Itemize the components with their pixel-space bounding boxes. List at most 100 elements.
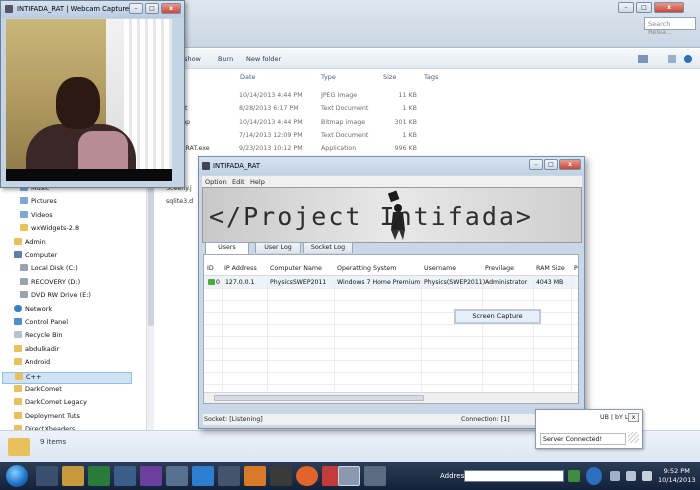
help-icon[interactable]: [586, 467, 602, 485]
nav-item[interactable]: Control Panel: [14, 318, 68, 330]
screen-capture-menu-item[interactable]: Screen Capture: [455, 310, 540, 323]
table-horizontal-scrollbar[interactable]: [204, 392, 578, 403]
rat-maximize-button[interactable]: □: [544, 159, 558, 170]
tray-arrow-icon[interactable]: [610, 471, 620, 481]
visual-studio-icon[interactable]: [140, 466, 162, 486]
users-table: ID IP Address Computer Name Operatting S…: [203, 254, 579, 404]
column-p[interactable]: P: [574, 265, 578, 272]
taskbar-app-icon[interactable]: [270, 466, 292, 486]
tab-users[interactable]: Users: [205, 242, 249, 254]
nav-item-label: abdulkadir: [25, 344, 60, 353]
nav-item[interactable]: Deployment Tuts: [14, 411, 80, 424]
column-id[interactable]: ID: [207, 265, 214, 272]
rat-close-button[interactable]: x: [559, 159, 581, 170]
feed-person-shirt: [78, 131, 128, 169]
network-tray-icon[interactable]: [626, 471, 636, 481]
webcam-minimize-button[interactable]: –: [129, 3, 143, 14]
taskbar-app-icon[interactable]: [88, 466, 110, 486]
column-computer-name[interactable]: Computer Name: [270, 265, 322, 272]
nav-item[interactable]: Videos: [20, 210, 53, 223]
system-clock[interactable]: 9:52 PM 10/14/2013: [658, 467, 695, 485]
notification-close-button[interactable]: x: [628, 413, 639, 422]
taskbar-app-icon[interactable]: [166, 466, 188, 486]
column-username[interactable]: Username: [424, 265, 456, 272]
nav-item[interactable]: C++: [2, 371, 132, 384]
webcam-titlebar[interactable]: INTIFADA_RAT | Webcam Capture – □ x: [1, 1, 184, 18]
rat-minimize-button[interactable]: –: [529, 159, 543, 170]
nav-item-label: wxWidgets-2.8: [31, 224, 80, 233]
file-row[interactable]: d.txt7/14/2013 12:09 PMText Document1 KB: [164, 130, 476, 143]
file-row[interactable]: n.jpg10/14/2013 4:44 PMJPEG image11 KB: [164, 90, 476, 103]
volume-tray-icon[interactable]: [642, 471, 652, 481]
file-size: 301 KB: [394, 118, 417, 126]
preview-pane-icon[interactable]: [668, 55, 676, 63]
nav-item[interactable]: Pictures: [20, 197, 57, 209]
explorer-search-input[interactable]: Search Relea...: [644, 17, 696, 36]
rat-titlebar[interactable]: INTIFADA_RAT – □ x: [199, 157, 584, 175]
column-tags[interactable]: Tags: [424, 73, 438, 81]
taskbar-app-icon[interactable]: [218, 466, 240, 486]
go-arrow-icon[interactable]: [568, 470, 580, 482]
burn-button[interactable]: Burn: [218, 55, 233, 63]
tab-socket-log[interactable]: Socket Log: [303, 242, 353, 253]
nav-item-label: C++: [26, 372, 42, 381]
help-icon[interactable]: [684, 55, 692, 63]
column-size[interactable]: Size: [383, 73, 396, 81]
column-ip-address[interactable]: IP Address: [224, 265, 257, 272]
file-date: 8/28/2013 6:17 PM: [239, 105, 299, 113]
nav-item[interactable]: Admin: [14, 237, 46, 250]
menu-option[interactable]: Option: [205, 178, 227, 186]
view-options-icon[interactable]: [638, 55, 648, 63]
nav-item[interactable]: wxWidgets-2.8: [20, 224, 79, 236]
tab-user-log[interactable]: User Log: [255, 242, 301, 253]
explorer-maximize-button[interactable]: □: [636, 2, 652, 13]
network-icon: [14, 304, 22, 312]
nav-item[interactable]: DarkComet: [14, 385, 62, 397]
column-ram-size[interactable]: RAM Size: [536, 265, 565, 272]
column-date[interactable]: Date: [240, 73, 256, 81]
taskbar-app-icon[interactable]: [192, 466, 214, 486]
file-list-header: Date Type Size Tags: [150, 70, 700, 82]
row-divider: [204, 384, 578, 385]
webcam-feed-image: [6, 19, 172, 181]
file-row[interactable]: me.bmp10/14/2013 4:44 PMBitmap image301 …: [164, 117, 476, 130]
file-type: Text Document: [321, 105, 369, 113]
explorer-close-button[interactable]: x: [654, 2, 684, 13]
banner-figure-icon: [387, 190, 405, 240]
nav-item[interactable]: Network: [14, 304, 52, 317]
explorer-minimize-button[interactable]: –: [618, 2, 634, 13]
nav-item-label: Android: [25, 358, 51, 367]
webcam-close-button[interactable]: x: [161, 3, 181, 14]
taskbar-app-icon[interactable]: [364, 466, 386, 486]
column-operating-system[interactable]: Operatting System: [337, 265, 396, 272]
nav-item[interactable]: RECOVERY (D:): [20, 277, 80, 290]
nav-item[interactable]: Computer: [14, 251, 57, 263]
nav-item[interactable]: DVD RW Drive (E:): [20, 291, 91, 303]
firefox-icon[interactable]: [296, 466, 318, 486]
taskbar-app-icon[interactable]: [114, 466, 136, 486]
taskbar-app-icon[interactable]: [36, 466, 58, 486]
scrollbar-thumb[interactable]: [214, 395, 424, 401]
taskbar-app-icon[interactable]: [244, 466, 266, 486]
file-row[interactable]: _ver.txt8/28/2013 6:17 PMText Document1 …: [164, 103, 476, 116]
menu-edit[interactable]: Edit: [232, 178, 245, 186]
resize-grip-icon[interactable]: [628, 432, 639, 443]
menu-help[interactable]: Help: [250, 178, 265, 186]
nav-item[interactable]: abdulkadir: [14, 344, 60, 357]
nav-item[interactable]: DarkComet Legacy: [14, 398, 87, 410]
file-type: JPEG image: [321, 92, 358, 99]
nav-item[interactable]: Android: [14, 358, 50, 370]
nav-item[interactable]: Recycle Bin: [14, 331, 62, 343]
nav-item[interactable]: Local Disk (C:): [20, 264, 78, 276]
row-divider: [204, 300, 578, 301]
column-type[interactable]: Type: [321, 73, 336, 81]
column-privilege[interactable]: Previlage: [485, 265, 514, 272]
address-input[interactable]: [464, 470, 564, 482]
file-row[interactable]: IFADA_RAT.exe 9/23/2013 10:12 PM Applicati…: [164, 143, 476, 156]
webcam-maximize-button[interactable]: □: [145, 3, 159, 14]
explorer-taskbar-icon[interactable]: [62, 466, 84, 486]
rat-taskbar-icon[interactable]: [338, 466, 360, 486]
new-folder-button[interactable]: New folder: [246, 55, 281, 63]
start-button-icon[interactable]: [6, 465, 28, 487]
nav-item-label: Control Panel: [25, 318, 69, 326]
